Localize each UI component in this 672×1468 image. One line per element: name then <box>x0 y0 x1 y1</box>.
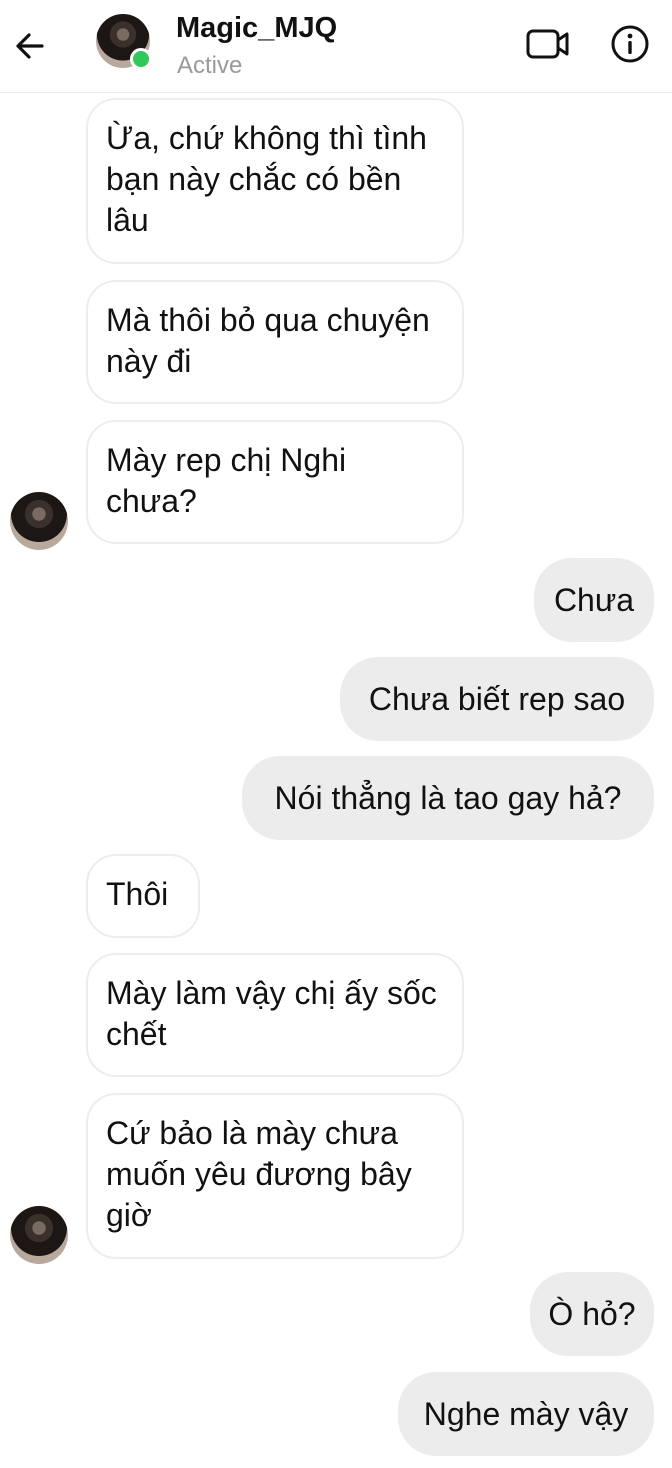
sender-avatar[interactable] <box>10 492 68 550</box>
message-bubble-incoming[interactable]: Mày rep chị Nghi chưa? <box>86 420 464 544</box>
info-icon <box>611 25 649 63</box>
message-bubble-incoming[interactable]: Cứ bảo là mày chưa muốn yêu đương bây gi… <box>86 1093 464 1259</box>
contact-name[interactable]: Magic_MJQ <box>176 12 337 45</box>
message-bubble-outgoing[interactable]: Chưa biết rep sao <box>340 657 654 741</box>
info-button[interactable] <box>606 22 654 66</box>
back-button[interactable] <box>8 22 52 70</box>
message-bubble-incoming[interactable]: Mà thôi bỏ qua chuyện này đi <box>86 280 464 404</box>
message-bubble-incoming[interactable]: Ừa, chứ không thì tình bạn này chắc có b… <box>86 98 464 264</box>
message-bubble-incoming[interactable]: Mày làm vậy chị ấy sốc chết <box>86 953 464 1077</box>
conversation-header: Magic_MJQ Active <box>0 0 672 93</box>
active-status: Active <box>177 52 243 79</box>
message-bubble-outgoing[interactable]: Nói thẳng là tao gay hả? <box>242 756 654 840</box>
message-bubble-outgoing[interactable]: Ò hỏ? <box>530 1272 654 1356</box>
video-call-button[interactable] <box>524 22 572 66</box>
message-bubble-outgoing[interactable]: Chưa <box>534 558 654 642</box>
sender-avatar[interactable] <box>10 1206 68 1264</box>
message-bubble-incoming[interactable]: Thôi <box>86 854 200 938</box>
online-status-dot <box>130 48 152 70</box>
back-arrow-icon <box>16 33 44 59</box>
video-call-icon <box>526 29 569 59</box>
message-bubble-outgoing[interactable]: Nghe mày vậy <box>398 1372 654 1456</box>
